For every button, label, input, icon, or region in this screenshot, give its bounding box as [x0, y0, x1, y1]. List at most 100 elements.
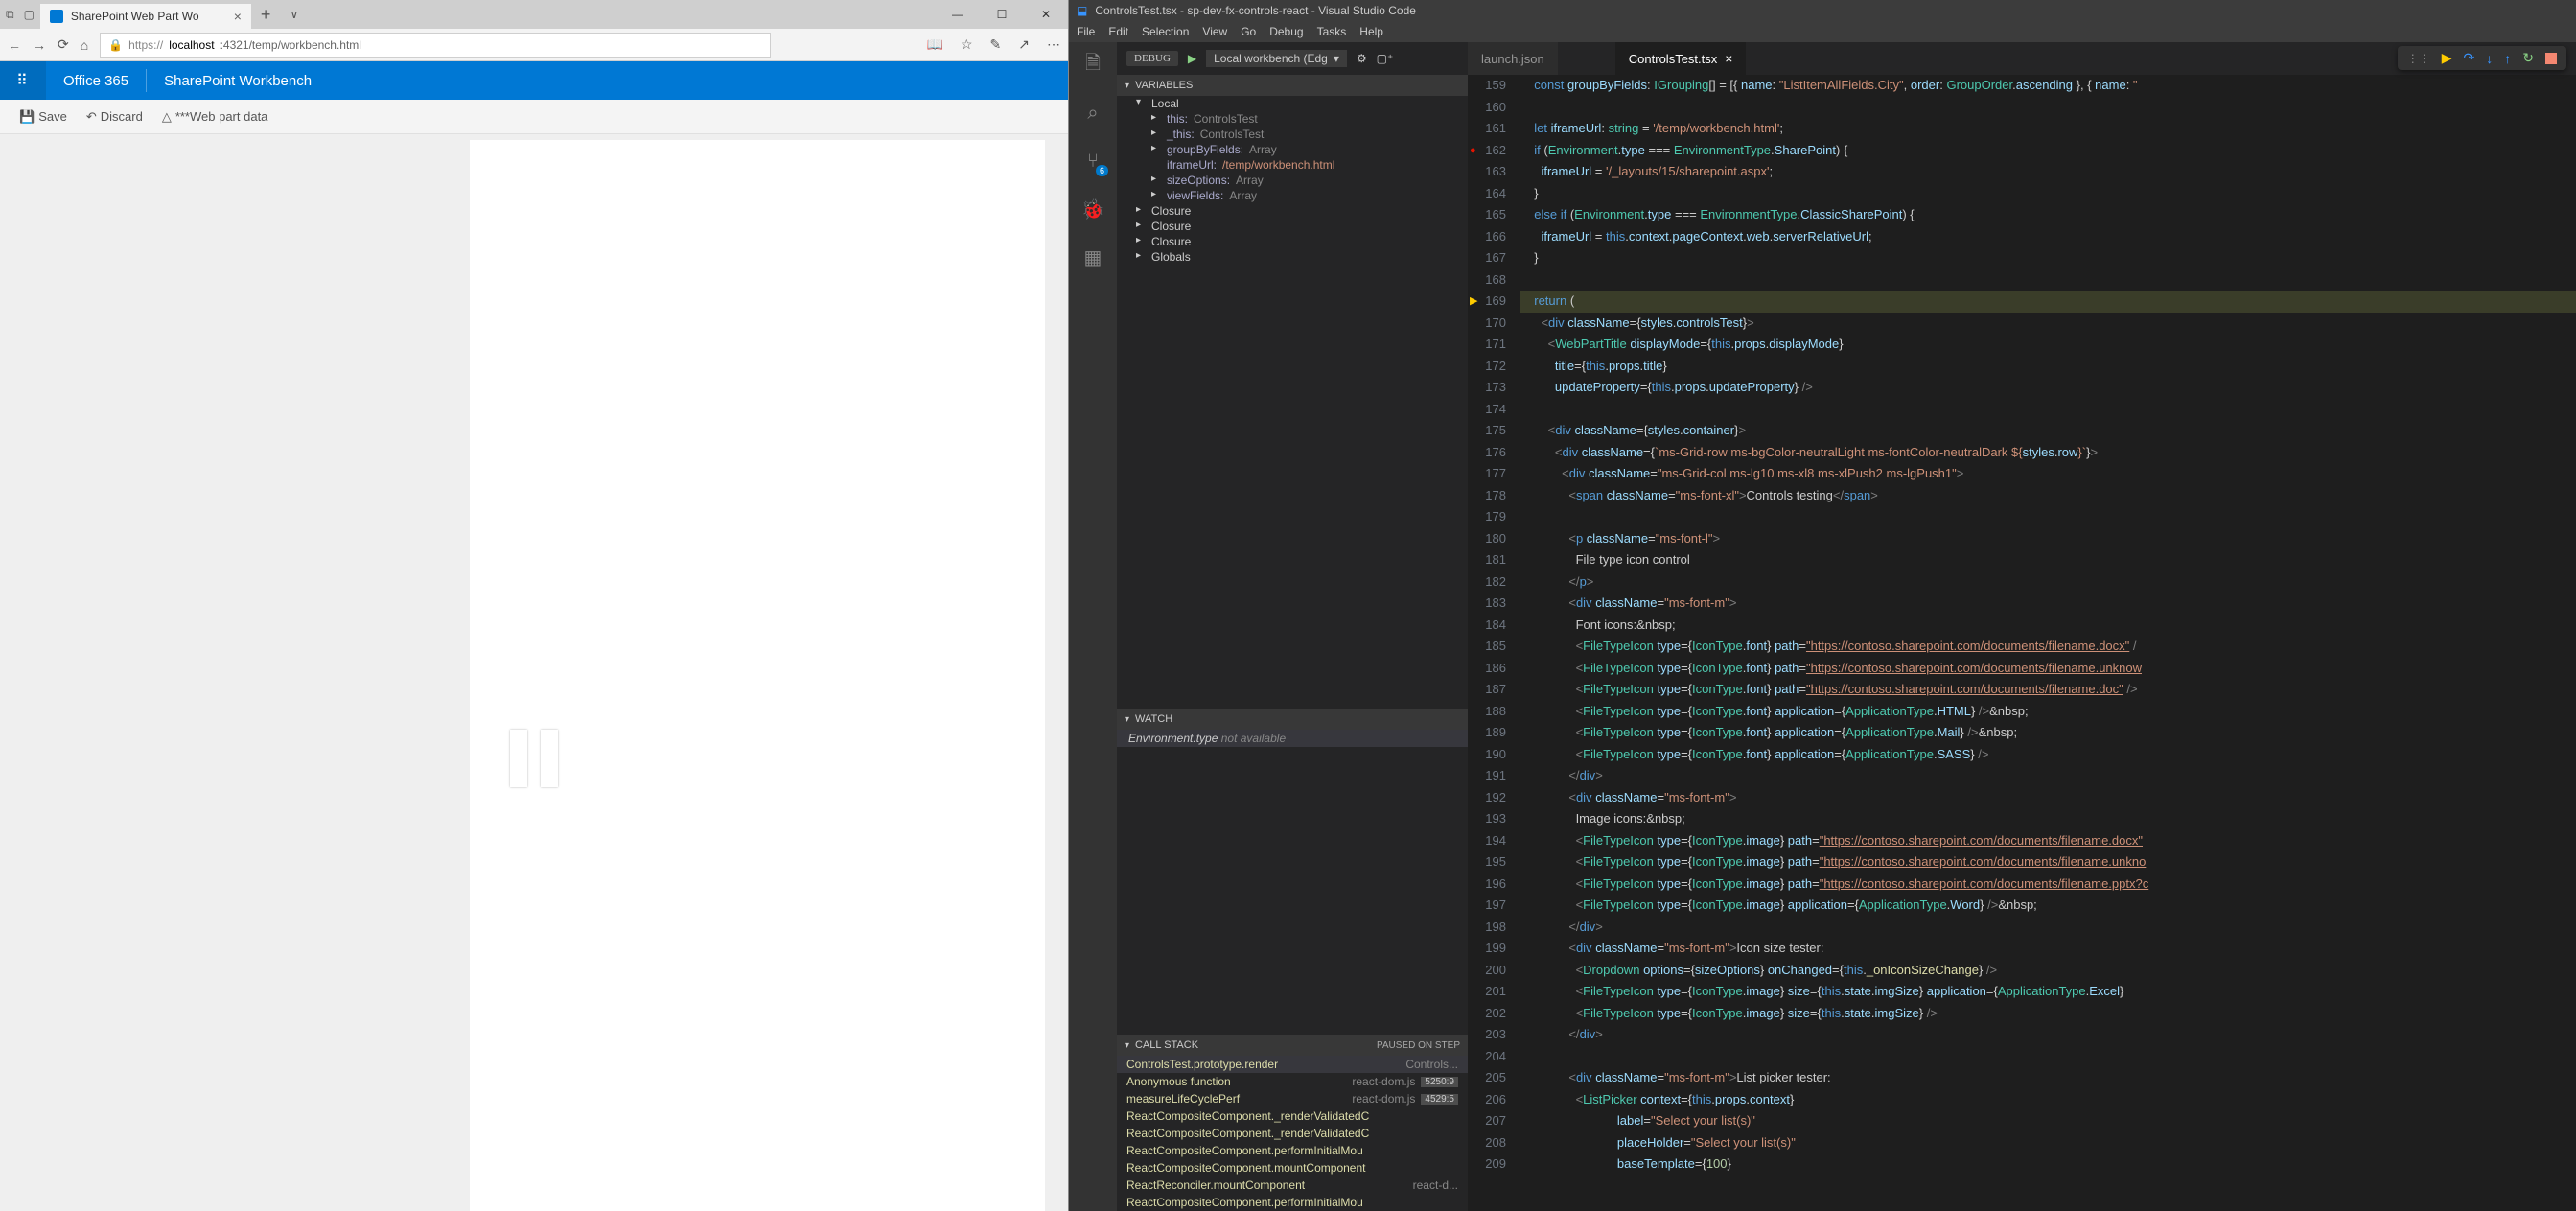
- editor-tabs: launch.json ControlsTest.tsx × ⋮⋮ ▶ ↷ ↓ ↑…: [1468, 42, 2576, 75]
- variables-panel: ▾Local ▸this: ControlsTest ▸_this: Contr…: [1117, 96, 1468, 265]
- vscode-title-bar: ⬓ ControlsTest.tsx - sp-dev-fx-controls-…: [1069, 0, 2576, 21]
- gear-icon[interactable]: ⚙: [1357, 52, 1367, 65]
- new-tab-button[interactable]: +: [251, 5, 281, 25]
- save-button[interactable]: 💾Save: [19, 109, 67, 125]
- menu-debug[interactable]: Debug: [1269, 25, 1303, 38]
- vscode-logo-icon: ⬓: [1077, 4, 1087, 17]
- continue-icon[interactable]: ▶: [2442, 50, 2452, 66]
- stack-frame[interactable]: measureLifeCyclePerfreact-dom.js4529:5: [1117, 1090, 1468, 1107]
- start-debug-icon[interactable]: ▶: [1188, 52, 1196, 65]
- watch-expression[interactable]: Environment.type not available: [1117, 730, 1468, 747]
- stack-frame[interactable]: ReactCompositeComponent._renderValidated…: [1117, 1125, 1468, 1142]
- back-button[interactable]: ←: [8, 37, 21, 53]
- stack-frame[interactable]: ReactCompositeComponent.performInitialMo…: [1117, 1142, 1468, 1159]
- var-this[interactable]: ▸this: ControlsTest: [1117, 111, 1468, 127]
- var-sizeoptions[interactable]: ▸sizeOptions: Array: [1117, 173, 1468, 188]
- debug-toolbar[interactable]: ⋮⋮ ▶ ↷ ↓ ↑ ↻: [2398, 46, 2566, 70]
- close-tab-icon[interactable]: ×: [234, 9, 242, 24]
- debug-title: DEBUG: [1126, 51, 1178, 66]
- suite-brand[interactable]: Office 365: [46, 69, 147, 92]
- var-groupbyfields[interactable]: ▸groupByFields: Array: [1117, 142, 1468, 157]
- sharepoint-header: ⠿ Office 365 SharePoint Workbench: [0, 61, 1068, 100]
- favorite-icon[interactable]: ☆: [961, 36, 973, 53]
- explorer-icon[interactable]: 🗎: [1079, 52, 1106, 79]
- lock-icon: 🔒: [108, 38, 123, 52]
- menu-selection[interactable]: Selection: [1142, 25, 1189, 38]
- var-viewfields[interactable]: ▸viewFields: Array: [1117, 188, 1468, 203]
- scope-globals[interactable]: ▸Globals: [1117, 249, 1468, 265]
- watch-panel-header[interactable]: ▾ WATCH: [1117, 709, 1468, 730]
- callstack-label: CALL STACK: [1135, 1039, 1198, 1051]
- debug-config-dropdown[interactable]: Local workbench (Edg ▾: [1206, 50, 1347, 67]
- debug-icon[interactable]: 🐞: [1079, 196, 1106, 222]
- tab-label: ControlsTest.tsx: [1629, 52, 1717, 66]
- scm-icon[interactable]: ⑂6: [1079, 148, 1106, 175]
- extensions-icon[interactable]: ▦: [1079, 244, 1106, 270]
- url-field[interactable]: 🔒 https://localhost:4321/temp/workbench.…: [100, 33, 771, 58]
- tab-controlstest[interactable]: ControlsTest.tsx ×: [1615, 42, 1747, 75]
- vscode-window: ⬓ ControlsTest.tsx - sp-dev-fx-controls-…: [1069, 0, 2576, 1211]
- watch-label: WATCH: [1135, 713, 1172, 725]
- stack-frame[interactable]: ReactReconciler.mountComponentreact-d...: [1117, 1176, 1468, 1194]
- app-launcher-icon[interactable]: ⠿: [0, 61, 46, 100]
- url-host: localhost: [169, 38, 214, 52]
- stack-frame[interactable]: Anonymous functionreact-dom.js5250:9: [1117, 1073, 1468, 1090]
- scope-closure-2[interactable]: ▸Closure: [1117, 219, 1468, 234]
- workbench-title: SharePoint Workbench: [147, 73, 329, 89]
- debug-console-icon[interactable]: ▢⁺: [1377, 52, 1394, 65]
- webpart-data-button[interactable]: △***Web part data: [162, 109, 268, 125]
- menu-help[interactable]: Help: [1359, 25, 1383, 38]
- discard-button[interactable]: ↶Discard: [86, 109, 143, 125]
- notes-icon[interactable]: ✎: [990, 36, 1002, 53]
- more-icon[interactable]: ⋯: [1047, 36, 1060, 53]
- refresh-button[interactable]: ⟳: [58, 36, 69, 53]
- scope-closure-3[interactable]: ▸Closure: [1117, 234, 1468, 249]
- chevron-down-icon: ▾: [1125, 714, 1129, 725]
- var-_this[interactable]: ▸_this: ControlsTest: [1117, 127, 1468, 142]
- step-into-icon[interactable]: ↓: [2486, 51, 2493, 66]
- menu-file[interactable]: File: [1077, 25, 1095, 38]
- home-button[interactable]: ⌂: [81, 37, 88, 53]
- stack-frame[interactable]: ReactCompositeComponent.performInitialMo…: [1117, 1194, 1468, 1211]
- var-iframeurl[interactable]: ▸iframeUrl: /temp/workbench.html: [1117, 157, 1468, 173]
- search-icon[interactable]: ⌕: [1079, 100, 1106, 127]
- menu-go[interactable]: Go: [1241, 25, 1256, 38]
- workbench-canvas: [470, 140, 1045, 1211]
- menu-view[interactable]: View: [1202, 25, 1227, 38]
- browser-tab[interactable]: SharePoint Web Part Wo ×: [40, 4, 251, 29]
- variables-panel-header[interactable]: ▾VARIABLES: [1117, 75, 1468, 96]
- drag-handle-icon[interactable]: ⋮⋮: [2407, 52, 2430, 65]
- menu-tasks[interactable]: Tasks: [1317, 25, 1347, 38]
- history-icon[interactable]: ⧉: [6, 8, 14, 22]
- stack-frame[interactable]: ReactCompositeComponent.mountComponent: [1117, 1159, 1468, 1176]
- stack-frame-current[interactable]: ControlsTest.prototype.renderControls...: [1117, 1056, 1468, 1073]
- restart-icon[interactable]: ↻: [2522, 50, 2534, 66]
- step-over-icon[interactable]: ↷: [2464, 50, 2475, 66]
- save-label: Save: [38, 109, 67, 124]
- callstack-panel: ControlsTest.prototype.renderControls...…: [1117, 1056, 1468, 1211]
- code-editor[interactable]: 159160161●162163164165166167168▶16917017…: [1468, 75, 2576, 1211]
- scope-closure[interactable]: ▸Closure: [1117, 203, 1468, 219]
- stop-icon[interactable]: [2545, 53, 2557, 64]
- step-out-icon[interactable]: ↑: [2504, 51, 2511, 66]
- minimize-button[interactable]: —: [936, 0, 980, 29]
- scope-local[interactable]: ▾Local: [1117, 96, 1468, 111]
- browser-tab-title: SharePoint Web Part Wo: [71, 10, 226, 23]
- maximize-button[interactable]: ☐: [980, 0, 1024, 29]
- reading-view-icon[interactable]: 📖: [927, 36, 943, 53]
- tabs-icon[interactable]: ▢: [24, 8, 35, 22]
- vscode-window-title: ControlsTest.tsx - sp-dev-fx-controls-re…: [1095, 4, 1416, 17]
- tab-overflow-icon[interactable]: ∨: [280, 8, 308, 21]
- forward-button[interactable]: →: [33, 37, 46, 53]
- share-icon[interactable]: ↗: [1018, 36, 1030, 53]
- close-tab-icon[interactable]: ×: [1725, 51, 1732, 66]
- workbench-command-bar: 💾Save ↶Discard △***Web part data: [0, 100, 1068, 134]
- loading-indicator: [510, 730, 558, 787]
- close-window-button[interactable]: ✕: [1024, 0, 1068, 29]
- menu-edit[interactable]: Edit: [1108, 25, 1128, 38]
- workbench-body: [0, 134, 1068, 1211]
- url-scheme: https://: [128, 38, 163, 52]
- tab-launch-json[interactable]: launch.json: [1468, 42, 1558, 75]
- callstack-panel-header[interactable]: ▾CALL STACKPAUSED ON STEP: [1117, 1035, 1468, 1056]
- stack-frame[interactable]: ReactCompositeComponent._renderValidated…: [1117, 1107, 1468, 1125]
